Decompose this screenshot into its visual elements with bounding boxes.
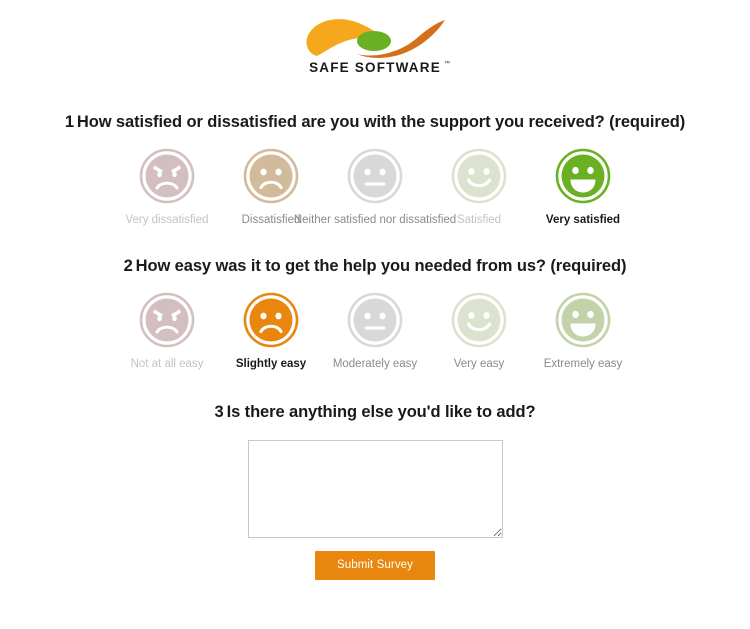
logo-green-ellipse [357,31,391,51]
smiley-face-angry [139,148,195,204]
smiley-face-neutral [347,148,403,204]
question-1-number: 1 [64,113,74,131]
question-1-label: How satisfied or dissatisfied are you wi… [76,113,686,131]
smiley-face-icon[interactable] [243,148,299,204]
rating-option-1-5[interactable]: Very satisfied [531,148,635,227]
question-2-number: 2 [123,257,133,275]
comment-textarea[interactable] [247,440,503,538]
question-3-label: Is there anything else you'd like to add… [226,403,536,421]
question-1-scale: Very dissatisfied Dissatisfied Neither sat… [0,148,750,227]
submit-container: Submit Survey [0,551,750,580]
question-3-number: 3 [214,403,224,421]
logo-wordmark: SAFE SOFTWARE [309,60,441,75]
rating-option-label: Slightly easy [235,358,307,370]
smiley-face-angry [139,292,195,348]
rating-option-2-3[interactable]: Moderately easy [323,292,427,371]
rating-option-2-1[interactable]: Not at all easy [115,292,219,371]
smiley-face-smile [451,292,507,348]
smiley-face-icon[interactable] [139,148,195,204]
smiley-face-smile [451,148,507,204]
rating-option-label: Satisfied [456,214,502,226]
rating-option-label: Very satisfied [545,214,621,226]
rating-option-label: Extremely easy [543,358,623,370]
rating-option-label: Very dissatisfied [125,214,209,226]
smiley-face-icon[interactable] [451,148,507,204]
question-3-text: 3 Is there anything else you'd like to ad… [0,403,750,422]
rating-option-2-4[interactable]: Very easy [427,292,531,371]
smiley-face-icon[interactable] [139,292,195,348]
question-2-scale: Not at all easy Slightly easy Moderately e… [0,292,750,371]
smiley-face-icon[interactable] [243,292,299,348]
rating-option-label: Very easy [453,358,505,370]
rating-option-1-3[interactable]: Neither satisfied nor dissatisfied [294,148,456,227]
smiley-face-neutral [347,292,403,348]
rating-option-label: Moderately easy [332,358,418,370]
question-2-label: How easy was it to get the help you need… [135,257,627,275]
rating-option-label: Dissatisfied [241,214,301,226]
smiley-face-grin [555,292,611,348]
safe-software-swoosh-logo: SAFE SOFTWARE ™ [295,10,455,78]
smiley-face-icon[interactable] [347,148,403,204]
submit-survey-button[interactable]: Submit Survey [314,551,436,580]
question-2-text: 2 How easy was it to get the help you nee… [0,257,750,276]
comment-field-container [0,440,750,538]
logo-trademark-symbol: ™ [444,60,450,67]
smiley-face-icon[interactable] [555,292,611,348]
rating-option-1-1[interactable]: Very dissatisfied [115,148,219,227]
survey-page: SAFE SOFTWARE ™ 1 How satisfied or dissat… [0,0,750,629]
rating-option-1-4[interactable]: Satisfied [427,148,531,227]
smiley-face-icon[interactable] [555,148,611,204]
brand-logo-container: SAFE SOFTWARE ™ [0,0,750,78]
rating-option-2-2[interactable]: Slightly easy [219,292,323,371]
smiley-face-frown [243,148,299,204]
smiley-face-frown [243,292,299,348]
smiley-face-grin [555,148,611,204]
question-1-text: 1 How satisfied or dissatisfied are you w… [0,113,750,132]
rating-option-label: Not at all easy [130,358,204,370]
smiley-face-icon[interactable] [347,292,403,348]
rating-option-2-5[interactable]: Extremely easy [531,292,635,371]
smiley-face-icon[interactable] [451,292,507,348]
